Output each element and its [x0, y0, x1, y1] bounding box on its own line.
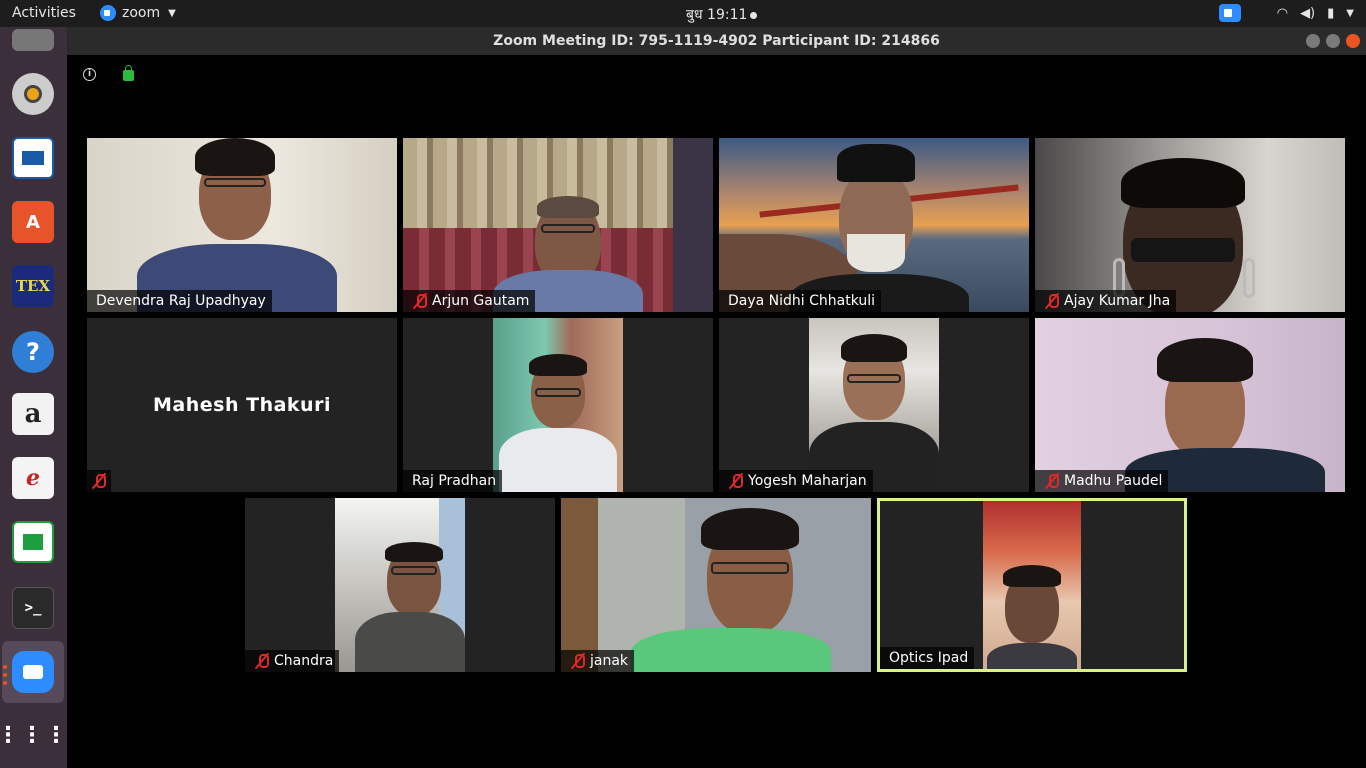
participant-name: Ajay Kumar Jha [1064, 293, 1171, 309]
meeting-info-icon[interactable]: i [83, 68, 96, 81]
participant-nameplate: Arjun Gautam [403, 290, 536, 312]
minimize-button[interactable] [1306, 34, 1320, 48]
running-indicator [3, 673, 7, 677]
video-feed [87, 138, 397, 312]
participant-name: Chandra [274, 653, 334, 669]
zoom-app-icon [100, 5, 116, 21]
dock: A TEX ? a ℯ >_ ⋮⋮⋮ [0, 27, 67, 768]
video-tile[interactable]: Yogesh Maharjan [719, 318, 1029, 492]
video-feed [809, 318, 939, 492]
window-title-bar[interactable]: Zoom Meeting ID: 795-1119-4902 Participa… [67, 27, 1366, 55]
participant-nameplate: Ajay Kumar Jha [1035, 290, 1177, 312]
muted-mic-icon [570, 653, 586, 669]
close-button[interactable] [1346, 34, 1360, 48]
participant-name: Raj Pradhan [412, 473, 497, 489]
video-tile[interactable]: Daya Nidhi Chhatkuli [719, 138, 1029, 312]
video-tile[interactable]: Mahesh Thakuri [87, 318, 397, 492]
participant-name: janak [590, 653, 629, 669]
muted-mic-icon [728, 473, 744, 489]
system-top-bar: Activities zoom ▼ बुध 19:11 ◠ ◀) ▮ ▼ [0, 0, 1366, 27]
video-tile[interactable]: janak [561, 498, 871, 672]
participant-nameplate: Chandra [245, 650, 340, 672]
video-feed [1035, 138, 1345, 312]
video-tile-active-speaker[interactable]: Optics Ipad [877, 498, 1187, 672]
muted-mic-icon [254, 653, 270, 669]
rhythmbox-icon[interactable] [12, 73, 54, 115]
muted-mic-icon [1044, 473, 1060, 489]
show-apps-icon[interactable]: ⋮⋮⋮ [0, 715, 67, 757]
app-name: zoom [122, 5, 161, 21]
video-feed [561, 498, 871, 672]
settings-icon[interactable] [12, 29, 54, 51]
video-tile[interactable]: Ajay Kumar Jha [1035, 138, 1345, 312]
participant-nameplate: Devendra Raj Upadhyay [87, 290, 272, 312]
zoom-icon[interactable] [12, 651, 54, 693]
muted-mic-icon [91, 473, 107, 489]
video-feed [403, 138, 713, 312]
video-tile[interactable]: Madhu Paudel [1035, 318, 1345, 492]
volume-icon: ◀) [1300, 5, 1316, 21]
participant-name: Daya Nidhi Chhatkuli [728, 293, 876, 309]
video-feed [983, 501, 1081, 669]
participant-nameplate: Yogesh Maharjan [719, 470, 873, 492]
zoom-tray-icon[interactable] [1218, 4, 1241, 22]
terminal-icon[interactable]: >_ [12, 587, 54, 629]
chevron-down-icon: ▼ [168, 7, 176, 19]
video-feed [335, 498, 465, 672]
video-tile[interactable]: Chandra [245, 498, 555, 672]
participant-name: Yogesh Maharjan [748, 473, 867, 489]
document-viewer-icon[interactable]: ℯ [12, 457, 54, 499]
participant-nameplate: Daya Nidhi Chhatkuli [719, 290, 882, 312]
participant-nameplate: Raj Pradhan [403, 470, 503, 492]
muted-mic-icon [412, 293, 428, 309]
texmaker-icon[interactable]: TEX [12, 265, 54, 307]
participant-nameplate: Optics Ipad [880, 647, 975, 669]
participant-name-large: Mahesh Thakuri [153, 394, 331, 416]
participant-nameplate [87, 470, 111, 492]
video-feed [1035, 318, 1345, 492]
muted-mic-icon [1044, 293, 1060, 309]
video-feed [719, 138, 1029, 312]
participant-nameplate: janak [561, 650, 635, 672]
participant-name: Arjun Gautam [432, 293, 530, 309]
running-indicator [3, 681, 7, 685]
system-tray[interactable]: ◠ ◀) ▮ ▼ [1218, 4, 1354, 22]
video-tile[interactable]: Arjun Gautam [403, 138, 713, 312]
battery-icon: ▮ [1327, 5, 1335, 21]
chevron-down-icon: ▼ [1346, 7, 1354, 19]
clock-text: बुध 19:11 [686, 7, 748, 23]
libreoffice-calc-icon[interactable] [12, 521, 54, 563]
participant-nameplate: Madhu Paudel [1035, 470, 1169, 492]
clock[interactable]: बुध 19:11 [686, 5, 758, 24]
wifi-icon: ◠ [1276, 5, 1289, 21]
video-tile[interactable]: Devendra Raj Upadhyay [87, 138, 397, 312]
software-center-icon[interactable]: A [12, 201, 54, 243]
running-indicator [3, 665, 7, 669]
video-tile[interactable]: Raj Pradhan [403, 318, 713, 492]
participant-name: Madhu Paudel [1064, 473, 1163, 489]
encryption-lock-icon[interactable] [123, 65, 134, 81]
participant-name: Optics Ipad [889, 650, 969, 666]
help-icon[interactable]: ? [12, 331, 54, 373]
window-title: Zoom Meeting ID: 795-1119-4902 Participa… [493, 33, 940, 49]
amazon-icon[interactable]: a [12, 393, 54, 435]
maximize-button[interactable] [1326, 34, 1340, 48]
participant-name: Devendra Raj Upadhyay [96, 293, 266, 309]
libreoffice-impress-icon[interactable] [12, 137, 54, 179]
app-menu[interactable]: zoom ▼ [100, 5, 176, 21]
activities-button[interactable]: Activities [12, 5, 76, 21]
notification-dot-icon [750, 11, 758, 19]
video-feed [493, 318, 623, 492]
